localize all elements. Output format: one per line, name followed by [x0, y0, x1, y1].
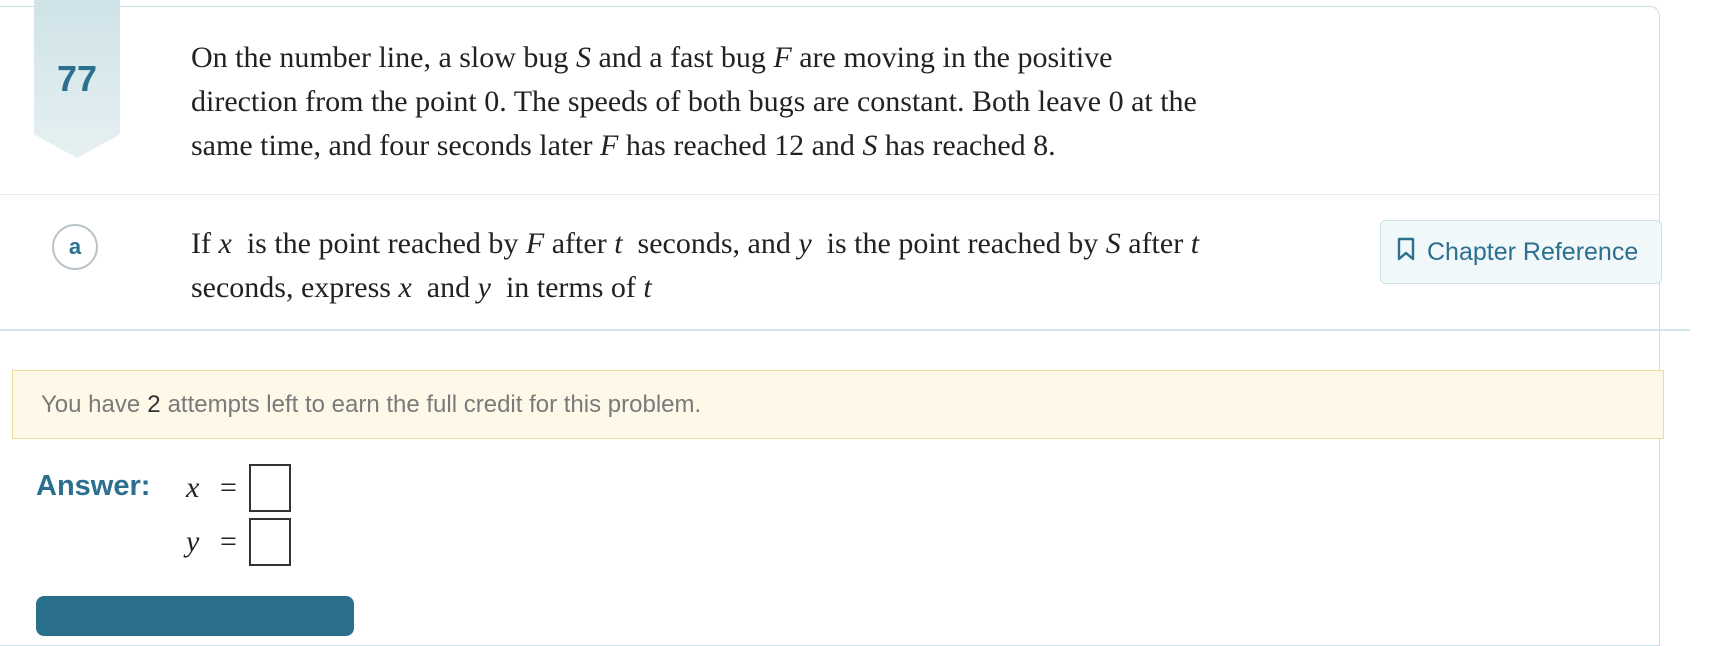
problem-number: 77: [56, 58, 98, 99]
part-text-line: If x is the point reached by F after t s…: [191, 227, 1200, 260]
equals-sign: =: [220, 525, 237, 558]
math-variable: x: [218, 227, 232, 260]
math-variable: t: [614, 227, 623, 260]
chapter-reference-button[interactable]: Chapter Reference: [1380, 220, 1662, 284]
math-variable: y: [477, 271, 491, 304]
attempts-notice: You have 2 attempts left to earn the ful…: [12, 370, 1664, 439]
answer-var-y: y: [186, 525, 200, 558]
math-variable: x: [398, 271, 412, 304]
answer-row-y: y =: [186, 518, 291, 566]
math-variable: S: [862, 129, 878, 162]
problem-statement: On the number line, a slow bug S and a f…: [191, 36, 1311, 168]
answer-var-x: x: [186, 471, 200, 504]
part-question: If x is the point reached by F after t s…: [191, 222, 1311, 310]
math-variable: F: [773, 41, 792, 74]
section-divider: [0, 329, 1690, 331]
math-variable: y: [798, 227, 812, 260]
notice-text-before: You have: [41, 390, 141, 418]
answer-label: Answer:: [36, 470, 151, 502]
problem-text-line: direction from the point 0. The speeds o…: [191, 85, 1197, 118]
math-variable: S: [575, 41, 591, 74]
answer-row-x: x =: [186, 464, 291, 512]
equals-sign: =: [220, 471, 237, 504]
bookmark-icon: [1395, 237, 1417, 268]
math-variable: F: [525, 227, 545, 260]
math-variable: t: [1190, 227, 1200, 260]
part-text-line: seconds, express x and y in terms of t: [191, 271, 652, 304]
divider: [0, 194, 1660, 195]
attempts-count: 2: [147, 390, 161, 418]
math-variable: F: [600, 129, 619, 162]
notice-text-after: attempts left to earn the full credit fo…: [167, 390, 702, 418]
answer-input-y[interactable]: [248, 518, 291, 566]
chapter-reference-label: Chapter Reference: [1427, 237, 1639, 266]
submit-button[interactable]: [36, 596, 354, 636]
math-variable: t: [643, 271, 652, 304]
problem-text-line: On the number line, a slow bug S and a f…: [191, 41, 1113, 74]
part-label-circle: a: [52, 224, 98, 270]
math-variable: S: [1105, 227, 1121, 260]
problem-text-line: same time, and four seconds later F has …: [191, 129, 1056, 162]
answer-input-x[interactable]: [248, 464, 291, 512]
